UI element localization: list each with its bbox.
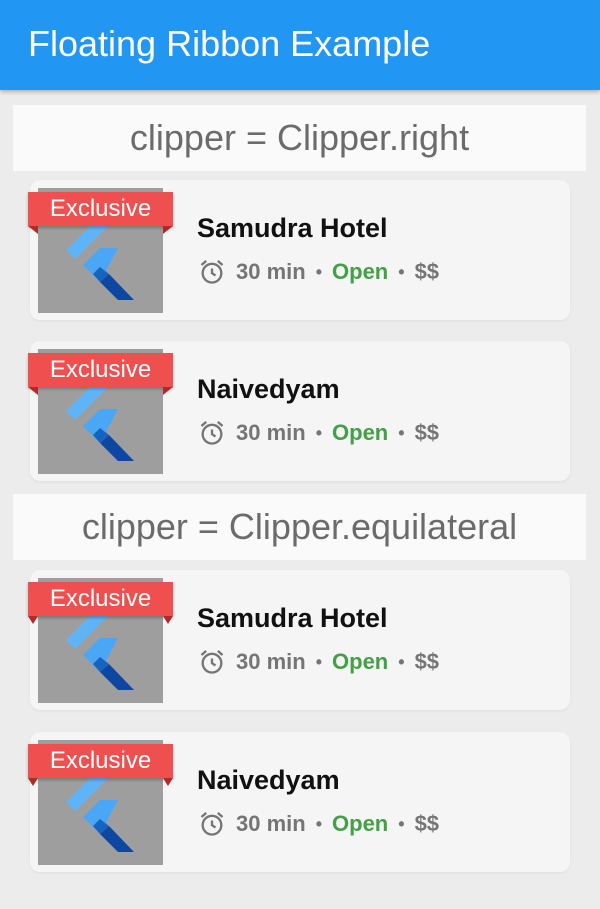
restaurant-card[interactable]: Exclusive Samudra Hotel 30 min • Open • …	[28, 180, 570, 320]
price-level: $$	[414, 420, 440, 445]
restaurant-meta: 30 min • Open • $$	[198, 417, 439, 449]
separator: •	[315, 261, 323, 282]
ribbon-fold-right	[163, 387, 173, 395]
prep-time: 30 min	[236, 811, 306, 836]
open-status: Open	[332, 259, 389, 284]
restaurant-card[interactable]: Exclusive Naivedyam 30 min • Open • $$	[28, 341, 570, 481]
open-status: Open	[332, 420, 389, 445]
exclusive-ribbon: Exclusive	[28, 353, 173, 395]
open-status: Open	[332, 811, 389, 836]
restaurant-meta: 30 min • Open • $$	[198, 808, 439, 840]
section-header-right: clipper = Clipper.right	[13, 105, 586, 171]
app-bar-title: Floating Ribbon Example	[28, 23, 431, 64]
prep-time: 30 min	[236, 649, 306, 674]
separator: •	[398, 422, 405, 443]
ribbon-fold-right	[163, 616, 173, 624]
open-status: Open	[332, 649, 389, 674]
alarm-clock-icon	[200, 812, 224, 836]
restaurant-meta: 30 min • Open • $$	[198, 646, 439, 678]
restaurant-thumbnail: Exclusive	[28, 188, 173, 313]
restaurant-meta: 30 min • Open • $$	[198, 256, 439, 288]
ribbon-label: Exclusive	[28, 582, 173, 616]
ribbon-label: Exclusive	[28, 353, 173, 387]
separator: •	[315, 651, 323, 672]
separator: •	[398, 651, 405, 672]
ribbon-fold-left	[28, 616, 38, 624]
price-level: $$	[414, 811, 440, 836]
price-level: $$	[414, 649, 440, 674]
restaurant-thumbnail: Exclusive	[28, 740, 173, 865]
ribbon-fold-right	[163, 226, 173, 234]
restaurant-name: Samudra Hotel	[197, 603, 388, 633]
exclusive-ribbon: Exclusive	[28, 744, 173, 786]
exclusive-ribbon: Exclusive	[28, 582, 173, 624]
separator: •	[315, 813, 323, 834]
restaurant-card[interactable]: Exclusive Samudra Hotel 30 min • Open • …	[28, 570, 570, 710]
price-level: $$	[414, 259, 440, 284]
prep-time: 30 min	[236, 420, 306, 445]
separator: •	[315, 422, 323, 443]
ribbon-label: Exclusive	[28, 744, 173, 778]
restaurant-thumbnail: Exclusive	[28, 578, 173, 703]
ribbon-fold-right	[163, 778, 173, 786]
ribbon-label: Exclusive	[28, 192, 173, 226]
section-header-equilateral: clipper = Clipper.equilateral	[13, 494, 586, 560]
ribbon-fold-left	[28, 778, 38, 786]
restaurant-name: Samudra Hotel	[197, 213, 388, 243]
separator: •	[398, 261, 405, 282]
ribbon-fold-left	[28, 226, 38, 234]
alarm-clock-icon	[200, 260, 224, 284]
exclusive-ribbon: Exclusive	[28, 192, 173, 234]
alarm-clock-icon	[200, 650, 224, 674]
prep-time: 30 min	[236, 259, 306, 284]
restaurant-thumbnail: Exclusive	[28, 349, 173, 474]
restaurant-name: Naivedyam	[197, 374, 340, 404]
restaurant-name: Naivedyam	[197, 765, 340, 795]
alarm-clock-icon	[200, 421, 224, 445]
separator: •	[398, 813, 405, 834]
restaurant-card[interactable]: Exclusive Naivedyam 30 min • Open • $$	[28, 732, 570, 872]
app-bar: Floating Ribbon Example	[0, 0, 600, 90]
ribbon-fold-left	[28, 387, 38, 395]
